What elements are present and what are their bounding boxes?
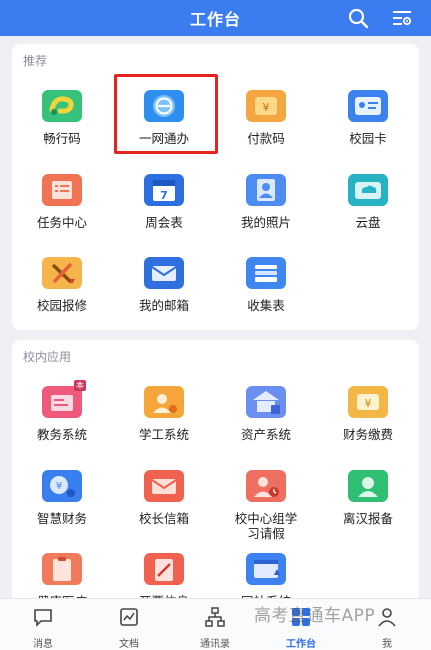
app-changxingma[interactable]: 畅行码 bbox=[12, 90, 112, 146]
photo-id-icon bbox=[246, 174, 286, 206]
tab-contacts[interactable]: 通讯录 bbox=[172, 599, 258, 650]
svg-text:¥: ¥ bbox=[365, 397, 372, 410]
app-payment-code[interactable]: ¥ 付款码 bbox=[216, 90, 316, 146]
app-label: 校长信箱 bbox=[138, 511, 189, 526]
app-label: 校园报修 bbox=[36, 298, 87, 313]
app-student-affairs[interactable]: 学工系统 bbox=[114, 386, 214, 442]
tab-messages[interactable]: 消息 bbox=[0, 599, 86, 650]
invoice-icon bbox=[144, 553, 184, 585]
profile-icon bbox=[378, 608, 396, 627]
search-icon[interactable] bbox=[347, 7, 369, 29]
svg-text:¥: ¥ bbox=[263, 101, 270, 114]
app-leave-request[interactable]: 校中心组学 习请假 bbox=[216, 470, 316, 541]
app-collection-form[interactable]: 收集表 bbox=[216, 257, 316, 313]
tab-documents[interactable]: 文档 bbox=[86, 599, 172, 650]
app-label: 周会表 bbox=[145, 215, 183, 230]
page-title: 工作台 bbox=[189, 10, 241, 29]
app-label: 财务缴费 bbox=[342, 427, 393, 442]
app-label-line1: 校中心组学 bbox=[234, 511, 298, 526]
badge-ben: 本 bbox=[74, 380, 86, 391]
mailbox-icon bbox=[144, 257, 184, 289]
section-title-recommend: 推荐 bbox=[23, 54, 48, 68]
smart-finance-icon: ¥ bbox=[42, 470, 82, 502]
app-campus-repair[interactable]: 校园报修 bbox=[12, 257, 112, 313]
green-pass-icon bbox=[42, 90, 82, 122]
app-label: 我的照片 bbox=[240, 215, 291, 230]
app-label: 校园卡 bbox=[349, 131, 387, 146]
app-label: 资产系统 bbox=[240, 427, 291, 442]
app-campus-card[interactable]: 校园卡 bbox=[318, 90, 418, 146]
app-weekly-schedule[interactable]: 7 周会表 bbox=[114, 174, 214, 230]
message-icon bbox=[34, 609, 52, 627]
app-task-center[interactable]: 任务中心 bbox=[12, 174, 112, 230]
filter-settings-icon[interactable] bbox=[391, 7, 413, 29]
app-my-photo[interactable]: 我的照片 bbox=[216, 174, 316, 230]
app-label: 我的邮箱 bbox=[138, 298, 189, 313]
app-label: 任务中心 bbox=[36, 215, 87, 230]
payment-code-icon: ¥ bbox=[246, 90, 286, 122]
document-icon bbox=[120, 608, 138, 626]
app-label: 付款码 bbox=[247, 131, 285, 146]
cloud-drive-icon bbox=[348, 174, 388, 206]
app-departure-report[interactable]: 离汉报备 bbox=[318, 470, 418, 526]
task-center-icon bbox=[42, 174, 82, 206]
contacts-icon bbox=[205, 607, 225, 627]
academic-system-icon: 本 bbox=[42, 380, 86, 418]
highlight-box bbox=[114, 74, 218, 154]
finance-payment-icon: ¥ bbox=[348, 386, 388, 418]
health-icon bbox=[42, 553, 82, 585]
app-asset-system[interactable]: 资产系统 bbox=[216, 386, 316, 442]
app-label: 学工系统 bbox=[138, 427, 189, 442]
campus-card-icon bbox=[348, 90, 388, 122]
calendar-icon: 7 bbox=[144, 174, 184, 206]
watermark: 高考直通车APP bbox=[254, 606, 376, 626]
app-label: 离汉报备 bbox=[342, 511, 393, 526]
app-label: 收集表 bbox=[247, 298, 285, 313]
app-president-mailbox[interactable]: 校长信箱 bbox=[114, 470, 214, 526]
departure-report-icon bbox=[348, 470, 388, 502]
campus-apps-section: 校内应用 本 教务系统 学工系统 资产系统 ¥ 财务缴费 ¥ 智慧财务 校长信箱… bbox=[12, 340, 419, 610]
tab-label: 我 bbox=[382, 639, 392, 650]
repair-tools-icon bbox=[42, 257, 82, 289]
app-cloud-drive[interactable]: 云盘 bbox=[318, 174, 418, 230]
collection-form-icon bbox=[246, 257, 286, 289]
president-mailbox-icon bbox=[144, 470, 184, 502]
svg-text:7: 7 bbox=[160, 189, 168, 202]
website-system-icon bbox=[246, 553, 286, 585]
app-label: 云盘 bbox=[355, 215, 381, 230]
top-bar: 工作台 bbox=[0, 0, 431, 36]
asset-system-icon bbox=[246, 386, 286, 418]
app-label: 校中心组学 习请假 bbox=[216, 511, 316, 541]
app-academic-system[interactable]: 本 教务系统 bbox=[12, 380, 112, 442]
svg-text:¥: ¥ bbox=[56, 481, 62, 492]
student-affairs-icon bbox=[144, 386, 184, 418]
tab-label: 工作台 bbox=[286, 639, 316, 650]
app-my-mailbox[interactable]: 我的邮箱 bbox=[114, 257, 214, 313]
app-smart-finance[interactable]: ¥ 智慧财务 bbox=[12, 470, 112, 526]
app-finance-payment[interactable]: ¥ 财务缴费 bbox=[318, 386, 418, 442]
tab-label: 文档 bbox=[119, 639, 139, 650]
app-label: 智慧财务 bbox=[36, 511, 87, 526]
leave-request-icon bbox=[246, 470, 286, 502]
app-label-line2: 习请假 bbox=[247, 526, 285, 541]
app-label: 畅行码 bbox=[43, 131, 81, 146]
section-title-campus: 校内应用 bbox=[23, 350, 72, 364]
app-label: 教务系统 bbox=[36, 427, 87, 442]
tab-label: 通讯录 bbox=[200, 639, 230, 650]
tab-label: 消息 bbox=[33, 639, 53, 650]
